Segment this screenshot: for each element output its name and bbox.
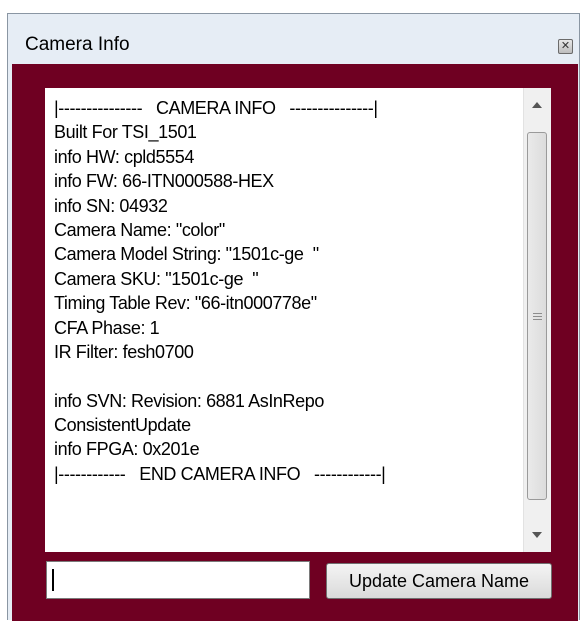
- info-line: Camera Model String: "1501c-ge ": [54, 244, 319, 265]
- scrollbar-thumb[interactable]: [527, 132, 547, 500]
- info-line: |------------ END CAMERA INFO ----------…: [54, 463, 386, 484]
- info-line: IR Filter: fesh0700: [54, 341, 194, 362]
- info-line: CFA Phase: 1: [54, 317, 160, 338]
- info-line: [54, 364, 524, 388]
- client-area: |--------------- CAMERA INFO -----------…: [12, 64, 578, 621]
- camera-info-listbox[interactable]: |--------------- CAMERA INFO -----------…: [45, 88, 551, 552]
- info-line: |--------------- CAMERA INFO -----------…: [54, 98, 378, 118]
- grip-line: [533, 313, 542, 314]
- scroll-down-arrow-icon[interactable]: [532, 532, 542, 538]
- grip-line: [533, 319, 542, 320]
- info-line: info FPGA: 0x201e: [54, 439, 200, 460]
- info-line: info HW: cpld5554: [54, 146, 194, 167]
- vertical-scrollbar[interactable]: [523, 88, 551, 552]
- grip-line: [533, 316, 542, 317]
- info-line: Camera SKU: "1501c-ge ": [54, 268, 259, 289]
- scroll-up-arrow-icon[interactable]: [532, 102, 542, 108]
- info-line: ConsistentUpdate: [54, 415, 191, 436]
- info-line: Built For TSI_1501: [54, 122, 197, 143]
- info-lines: |--------------- CAMERA INFO -----------…: [54, 96, 524, 486]
- info-line: Timing Table Rev: "66-itn000778e": [54, 293, 317, 314]
- info-line: info FW: 66-ITN000588-HEX: [54, 171, 274, 192]
- window-title: Camera Info: [25, 34, 130, 55]
- close-icon[interactable]: ✕: [558, 39, 573, 54]
- text-caret: [52, 569, 54, 591]
- update-camera-name-button[interactable]: Update Camera Name: [326, 563, 552, 599]
- camera-name-input[interactable]: [46, 561, 310, 599]
- info-line: Camera Name: "color": [54, 219, 225, 240]
- info-line: info SN: 04932: [54, 195, 168, 216]
- camera-info-window: Camera Info ✕ |--------------- CAMERA IN…: [7, 13, 580, 621]
- title-bar[interactable]: Camera Info ✕: [8, 14, 579, 64]
- info-line: info SVN: Revision: 6881 AsInRepo: [54, 390, 324, 411]
